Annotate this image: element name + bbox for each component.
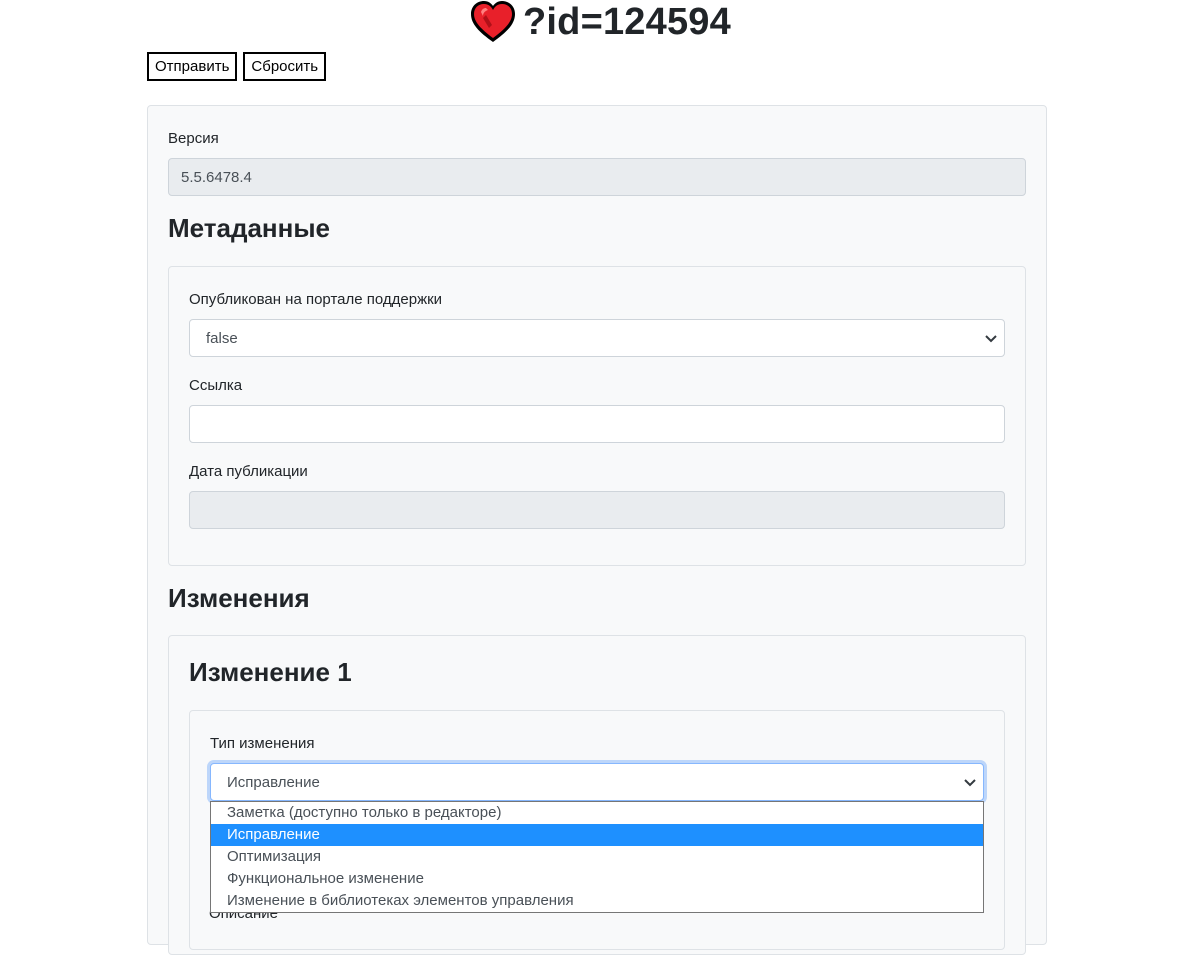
published-label: Опубликован на портале поддержки: [189, 291, 443, 308]
metadata-heading: Метаданные: [168, 213, 331, 243]
link-input[interactable]: [189, 405, 1005, 443]
changes-heading: Изменения: [168, 583, 310, 613]
top-toolbar: Отправить Сбросить: [147, 52, 327, 81]
page-title: ?id=124594: [469, 0, 731, 46]
change-type-select[interactable]: Исправление: [210, 763, 984, 801]
heart-icon: [469, 0, 517, 44]
change-type-dropdown: Заметка (доступно только в редакторе) Ис…: [210, 801, 984, 913]
change-type-value: Исправление: [227, 773, 320, 791]
link-label: Ссылка: [189, 377, 243, 394]
version-field: 5.5.6478.4: [168, 158, 1026, 196]
publication-date-label: Дата публикации: [189, 463, 308, 480]
dropdown-option[interactable]: Заметка (доступно только в редакторе): [211, 802, 983, 824]
change-type-label: Тип изменения: [210, 735, 315, 752]
dropdown-option-selected[interactable]: Исправление: [211, 824, 983, 846]
version-label: Версия: [168, 130, 219, 147]
dropdown-option[interactable]: Функциональное изменение: [211, 868, 983, 890]
dropdown-option[interactable]: Оптимизация: [211, 846, 983, 868]
page-title-text: ?id=124594: [523, 0, 731, 43]
published-value: false: [206, 329, 238, 347]
chevron-down-icon: [963, 775, 977, 789]
published-select[interactable]: false: [189, 319, 1005, 357]
dropdown-option[interactable]: Изменение в библиотеках элементов управл…: [211, 890, 983, 912]
submit-button[interactable]: Отправить: [147, 52, 238, 81]
chevron-down-icon: [984, 331, 998, 345]
version-value: 5.5.6478.4: [181, 168, 252, 186]
reset-button[interactable]: Сбросить: [243, 52, 327, 81]
change-heading: Изменение 1: [189, 657, 352, 687]
publication-date-field: [189, 491, 1005, 529]
